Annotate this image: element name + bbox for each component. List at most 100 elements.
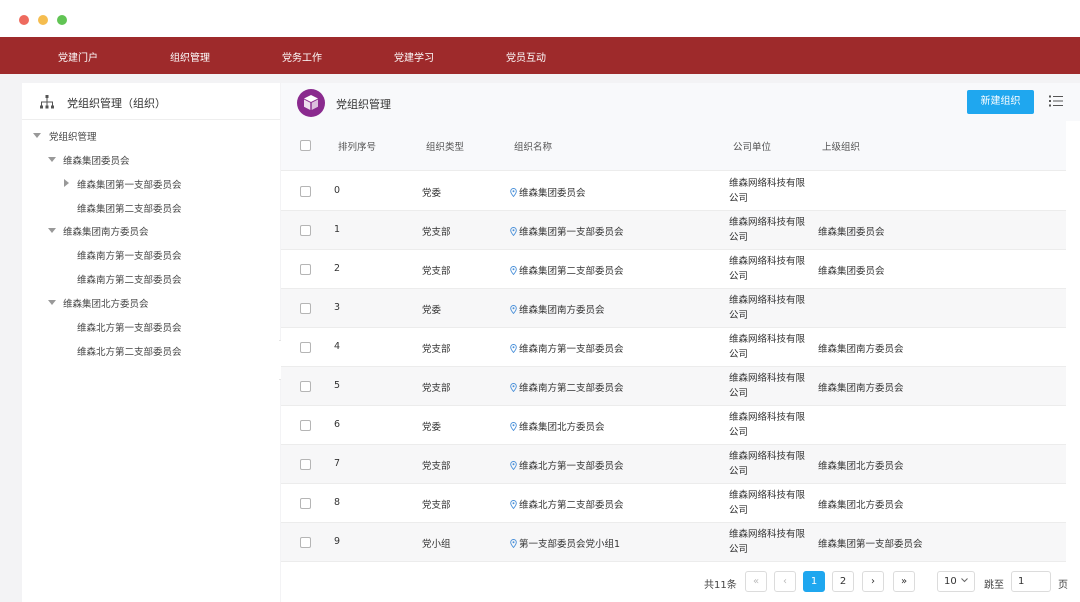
row-type: 党支部 bbox=[422, 227, 451, 238]
row-checkbox[interactable] bbox=[300, 459, 311, 470]
nav-item-portal[interactable]: 党建门户 bbox=[58, 49, 98, 64]
table-row[interactable]: 2 党支部 维森集团第二支部委员会 维森网络科技有限公司 维森集团委员会 bbox=[281, 250, 1066, 289]
tree-node-south-branch-2[interactable]: 维森南方第二支部委员会 bbox=[77, 272, 182, 286]
org-tree-panel: 党组织管理（组织） 党组织管理 维森集团委员会 维森集团第一支部委员会 维森集团… bbox=[22, 83, 280, 602]
org-list-header: 党组织管理 新建组织 bbox=[281, 83, 1080, 121]
first-page-button[interactable]: « bbox=[745, 571, 767, 592]
next-page-button[interactable]: › bbox=[862, 571, 884, 592]
table-row[interactable]: 9 党小组 第一支部委员会党小组1 维森网络科技有限公司 维森集团第一支部委员会 bbox=[281, 523, 1066, 562]
nav-item-party-study[interactable]: 党建学习 bbox=[394, 49, 434, 64]
table-row[interactable]: 0 党委 维森集团委员会 维森网络科技有限公司 bbox=[281, 172, 1066, 211]
row-name[interactable]: 维森集团第一支部委员会 bbox=[510, 224, 624, 238]
row-type: 党支部 bbox=[422, 461, 451, 472]
tree-node-group-branch-2[interactable]: 维森集团第二支部委员会 bbox=[77, 201, 182, 215]
row-name-text: 维森北方第一支部委员会 bbox=[519, 461, 624, 472]
row-type: 党委 bbox=[422, 305, 442, 316]
row-name-text: 维森集团北方委员会 bbox=[519, 422, 605, 433]
new-organization-button[interactable]: 新建组织 bbox=[967, 90, 1034, 114]
table-row[interactable]: 8 党支部 维森北方第二支部委员会 维森网络科技有限公司 维森集团北方委员会 bbox=[281, 484, 1066, 523]
minimize-window-icon[interactable] bbox=[38, 15, 48, 25]
row-name-text: 维森集团第二支部委员会 bbox=[519, 266, 624, 277]
expand-caret-icon[interactable] bbox=[33, 133, 41, 138]
pagination: 共11条 « ‹ 1 2 › » 10 跳至 1 页 bbox=[281, 567, 1080, 602]
page-2-button[interactable]: 2 bbox=[832, 571, 854, 592]
select-all-checkbox[interactable] bbox=[300, 140, 311, 151]
table-row[interactable]: 4 党支部 维森南方第一支部委员会 维森网络科技有限公司 维森集团南方委员会 bbox=[281, 328, 1066, 367]
nav-item-party-work[interactable]: 党务工作 bbox=[282, 49, 322, 64]
nav-item-org-management[interactable]: 组织管理 bbox=[170, 49, 210, 64]
page-size-select[interactable]: 10 bbox=[937, 571, 975, 592]
row-name[interactable]: 维森集团北方委员会 bbox=[510, 419, 605, 433]
list-view-icon[interactable] bbox=[1049, 95, 1063, 107]
table-row[interactable]: 7 党支部 维森北方第一支部委员会 维森网络科技有限公司 维森集团北方委员会 bbox=[281, 445, 1066, 484]
row-order: 4 bbox=[334, 341, 341, 352]
tree-node-group-branch-1[interactable]: 维森集团第一支部委员会 bbox=[77, 177, 182, 191]
expand-caret-icon[interactable] bbox=[48, 300, 56, 305]
row-type: 党委 bbox=[422, 422, 442, 433]
row-name[interactable]: 维森集团委员会 bbox=[510, 185, 586, 199]
location-pin-icon bbox=[510, 539, 517, 548]
row-company: 维森网络科技有限公司 bbox=[729, 451, 806, 477]
last-page-button[interactable]: » bbox=[893, 571, 915, 592]
row-checkbox[interactable] bbox=[300, 264, 311, 275]
chevron-down-icon bbox=[960, 578, 968, 583]
column-header-name[interactable]: 组织名称 bbox=[514, 139, 552, 153]
row-checkbox[interactable] bbox=[300, 225, 311, 236]
goto-label: 跳至 bbox=[984, 580, 1004, 591]
tree-node-group-committee[interactable]: 维森集团委员会 bbox=[63, 153, 130, 167]
row-parent: 维森集团北方委员会 bbox=[818, 500, 904, 511]
goto-page-input[interactable]: 1 bbox=[1011, 571, 1051, 592]
row-name[interactable]: 维森集团第二支部委员会 bbox=[510, 263, 624, 277]
column-header-company[interactable]: 公司单位 bbox=[733, 139, 771, 153]
tree-node-root[interactable]: 党组织管理 bbox=[49, 129, 97, 143]
row-company: 维森网络科技有限公司 bbox=[729, 412, 806, 438]
row-checkbox[interactable] bbox=[300, 186, 311, 197]
row-checkbox[interactable] bbox=[300, 303, 311, 314]
row-checkbox[interactable] bbox=[300, 381, 311, 392]
tree-node-south-branch-1[interactable]: 维森南方第一支部委员会 bbox=[77, 248, 182, 262]
row-company: 维森网络科技有限公司 bbox=[729, 529, 806, 555]
row-name[interactable]: 第一支部委员会党小组1 bbox=[510, 536, 620, 550]
row-name[interactable]: 维森集团南方委员会 bbox=[510, 302, 605, 316]
expand-caret-icon[interactable] bbox=[48, 157, 56, 162]
row-name[interactable]: 维森北方第一支部委员会 bbox=[510, 458, 624, 472]
row-type: 党小组 bbox=[422, 539, 451, 550]
row-checkbox[interactable] bbox=[300, 537, 311, 548]
page-1-button[interactable]: 1 bbox=[803, 571, 825, 592]
table-row[interactable]: 1 党支部 维森集团第一支部委员会 维森网络科技有限公司 维森集团委员会 bbox=[281, 211, 1066, 250]
row-checkbox[interactable] bbox=[300, 498, 311, 509]
table-row[interactable]: 6 党委 维森集团北方委员会 维森网络科技有限公司 bbox=[281, 406, 1066, 445]
row-name[interactable]: 维森北方第二支部委员会 bbox=[510, 497, 624, 511]
collapsed-caret-icon[interactable] bbox=[64, 179, 69, 187]
column-header-parent[interactable]: 上级组织 bbox=[822, 139, 860, 153]
column-header-order[interactable]: 排列序号 bbox=[338, 139, 376, 153]
table-header: 排列序号 组织类型 组织名称 公司单位 上级组织 bbox=[281, 121, 1066, 171]
row-checkbox[interactable] bbox=[300, 420, 311, 431]
table-row[interactable]: 5 党支部 维森南方第二支部委员会 维森网络科技有限公司 维森集团南方委员会 bbox=[281, 367, 1066, 406]
row-order: 6 bbox=[334, 419, 341, 430]
page-size-value: 10 bbox=[944, 576, 957, 587]
tree-node-south-committee[interactable]: 维森集团南方委员会 bbox=[63, 224, 149, 238]
org-tree-header: 党组织管理（组织） bbox=[22, 83, 280, 120]
goto-page-suffix: 页 bbox=[1058, 580, 1068, 591]
row-order: 9 bbox=[334, 536, 341, 547]
close-window-icon[interactable] bbox=[19, 15, 29, 25]
expand-caret-icon[interactable] bbox=[48, 228, 56, 233]
total-count: 共11条 bbox=[704, 580, 737, 591]
tree-node-north-branch-1[interactable]: 维森北方第一支部委员会 bbox=[77, 320, 182, 334]
row-name[interactable]: 维森南方第二支部委员会 bbox=[510, 380, 624, 394]
tree-node-north-branch-2[interactable]: 维森北方第二支部委员会 bbox=[77, 344, 182, 358]
table-row[interactable]: 3 党委 维森集团南方委员会 维森网络科技有限公司 bbox=[281, 289, 1066, 328]
nav-item-member-interaction[interactable]: 党员互动 bbox=[506, 49, 546, 64]
maximize-window-icon[interactable] bbox=[57, 15, 67, 25]
row-parent: 维森集团北方委员会 bbox=[818, 461, 904, 472]
row-checkbox[interactable] bbox=[300, 342, 311, 353]
page-title: 党组织管理 bbox=[336, 98, 391, 111]
prev-page-button[interactable]: ‹ bbox=[774, 571, 796, 592]
tree-node-north-committee[interactable]: 维森集团北方委员会 bbox=[63, 296, 149, 310]
row-name[interactable]: 维森南方第一支部委员会 bbox=[510, 341, 624, 355]
row-company: 维森网络科技有限公司 bbox=[729, 256, 806, 282]
row-order: 1 bbox=[334, 224, 341, 235]
location-pin-icon bbox=[510, 305, 517, 314]
column-header-type[interactable]: 组织类型 bbox=[426, 139, 464, 153]
